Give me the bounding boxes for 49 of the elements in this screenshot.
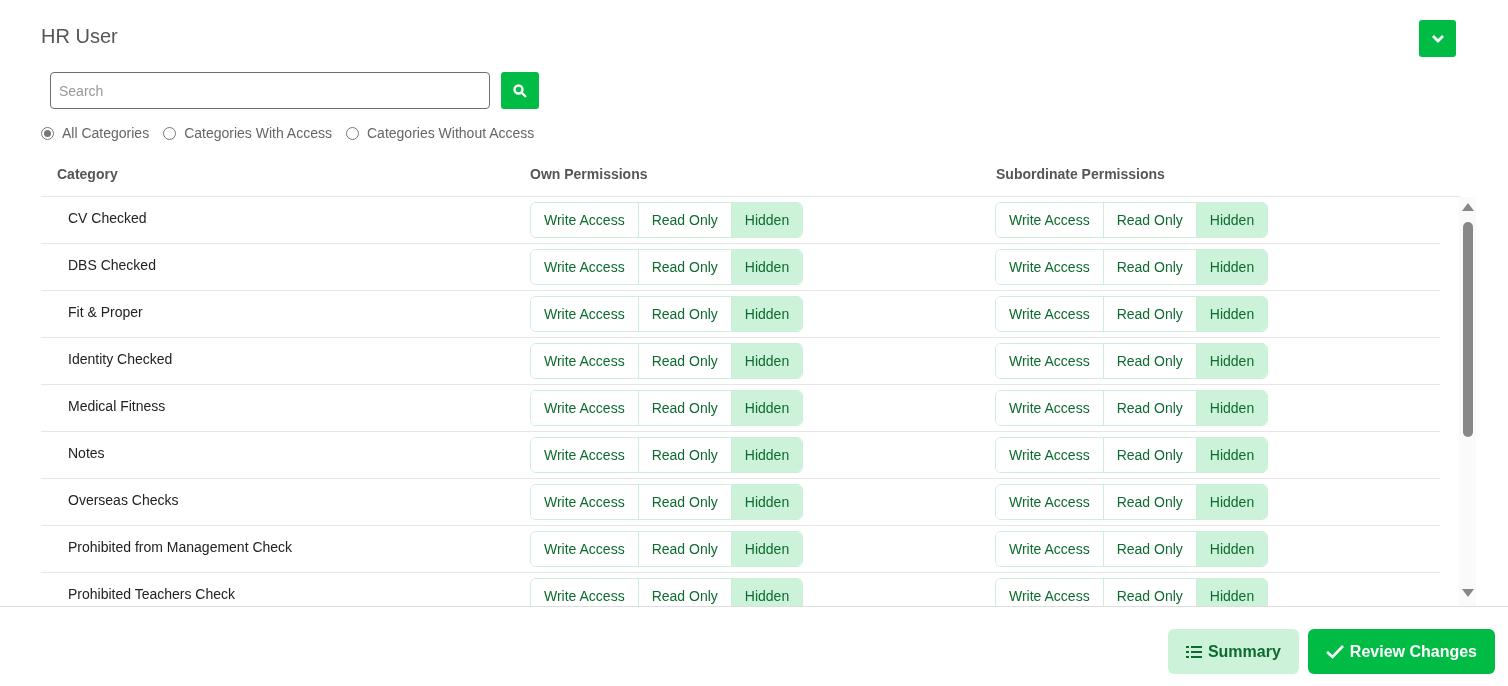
- category-cell-text: CV Checked: [67, 208, 148, 228]
- radio-label: Categories Without Access: [367, 124, 535, 143]
- permission-option[interactable]: Hidden: [730, 532, 803, 566]
- category-cell-text: Overseas Checks: [67, 490, 180, 510]
- chevron-down-icon: [1431, 34, 1444, 43]
- scrollbar-thumb[interactable]: [1462, 222, 1473, 437]
- column-header: Own Permissions: [530, 165, 649, 184]
- permission-option[interactable]: Hidden: [1195, 438, 1268, 472]
- collapse-button[interactable]: [1419, 20, 1456, 57]
- radio-label: All Categories: [62, 124, 150, 143]
- category-cell-text: Fit & Proper: [67, 302, 144, 322]
- category-cell-text: DBS Checked: [67, 255, 157, 275]
- permission-option[interactable]: Hidden: [730, 579, 803, 606]
- permission-option[interactable]: Hidden: [1195, 579, 1268, 606]
- radio-button[interactable]: [346, 127, 359, 140]
- summary-button[interactable]: Summary: [1167, 629, 1299, 674]
- permission-option[interactable]: Hidden: [730, 250, 803, 284]
- search-button[interactable]: [501, 72, 539, 109]
- search-field[interactable]: Search: [50, 72, 490, 109]
- search-icon: [513, 83, 527, 98]
- category-cell-text: Prohibited from Management Check: [67, 537, 294, 557]
- permission-option[interactable]: Hidden: [1195, 391, 1268, 425]
- radio-button[interactable]: [163, 127, 177, 140]
- permission-option[interactable]: Hidden: [730, 203, 803, 237]
- category-cell-text: Notes: [67, 443, 106, 463]
- permission-option[interactable]: Hidden: [1195, 485, 1268, 519]
- check-icon: [1325, 644, 1344, 659]
- permission-option[interactable]: Hidden: [730, 344, 803, 378]
- column-header: Subordinate Permissions: [996, 165, 1166, 184]
- permission-option[interactable]: Hidden: [1195, 532, 1268, 566]
- page-title: HR User: [41, 24, 118, 49]
- scroll-down-icon[interactable]: [1461, 589, 1474, 597]
- permission-option[interactable]: Hidden: [1195, 250, 1268, 284]
- category-cell-text: Identity Checked: [67, 349, 174, 369]
- permission-option[interactable]: Hidden: [730, 297, 803, 331]
- permission-option[interactable]: Hidden: [1195, 344, 1268, 378]
- permission-option[interactable]: Hidden: [1195, 203, 1268, 237]
- permission-option[interactable]: Hidden: [1195, 297, 1268, 331]
- radio-button[interactable]: [41, 127, 54, 140]
- category-cell-text: Medical Fitness: [67, 396, 167, 416]
- permission-option[interactable]: Hidden: [730, 485, 803, 519]
- permission-option[interactable]: Hidden: [730, 438, 803, 472]
- radio-label: Categories With Access: [184, 124, 332, 143]
- permission-option[interactable]: Hidden: [730, 391, 803, 425]
- column-header: Category: [56, 165, 119, 184]
- scroll-up-icon[interactable]: [1461, 203, 1474, 211]
- scrollbar[interactable]: [1459, 197, 1476, 606]
- category-cell-text: Prohibited Teachers Check: [67, 584, 237, 604]
- list-icon: [1185, 645, 1202, 658]
